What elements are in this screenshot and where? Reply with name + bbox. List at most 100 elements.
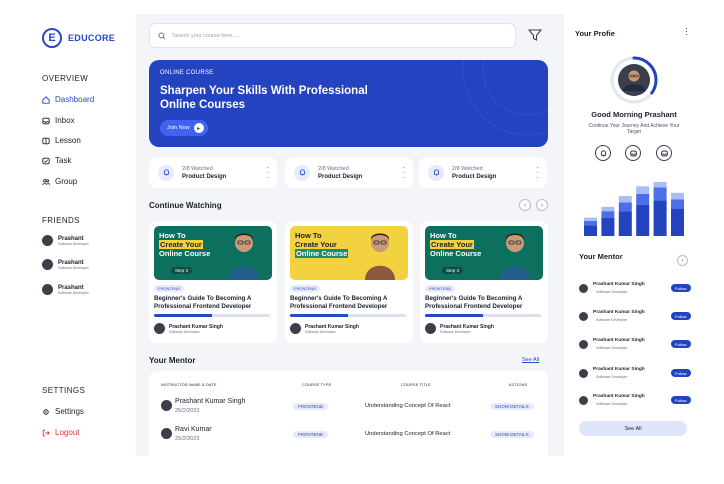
course-author: Prashant Kumar Singh Software Developer [425,323,494,334]
more-icon[interactable]: · · · [402,164,405,182]
friend-item[interactable]: Prashant Software Developer [42,235,89,246]
filter-icon[interactable] [528,28,542,42]
friend-item[interactable]: Prashant Software Developer [42,284,89,295]
more-icon[interactable]: · · · [685,24,688,39]
arrow-icon: ▸ [193,123,204,133]
course-card[interactable]: How To Create Your Online Course Step 3 … [149,221,277,343]
task-icon [42,157,50,164]
chart-bar-segment [636,193,650,205]
friend-item[interactable]: Prashant Software Developer [42,259,89,270]
friend-role: Software Developer [58,290,89,295]
course-progress-bar [290,314,406,317]
carousel-next-button[interactable]: › [536,199,548,211]
sidebar-item-settings[interactable]: Settings [42,407,84,416]
settings-label: SETTINGS [42,386,86,395]
sidebar-item-inbox[interactable]: Inbox [42,116,75,125]
instructor-name: Prashant Kumar Singh [175,398,246,405]
mentor-name: Prashant Kumar Singh [593,282,645,287]
logout-button[interactable]: Logout [42,428,79,437]
avatar [579,396,588,405]
follow-button[interactable]: Follow [671,312,691,320]
follow-button[interactable]: Follow [671,340,691,348]
search-bar[interactable] [149,23,516,48]
banner-eyebrow: ONLINE COURSE [160,70,214,76]
course-title: Beginner's Guide To Becoming A Professio… [290,295,388,310]
join-now-button[interactable]: Join Now ▸ [160,120,208,136]
book-icon [42,137,50,144]
instructor-date: 25/2/2023 [175,408,200,414]
course-type-badge: FRONTEND [425,285,456,292]
friend-role: Software Developer [58,241,89,246]
notifications-button[interactable] [595,145,611,161]
your-mentor-heading: Your Mentor [579,252,623,261]
search-input[interactable] [172,32,472,39]
inbox-button[interactable] [625,145,641,161]
thumbnail-text: How To Create Your Online Course [430,231,482,258]
follow-button[interactable]: Follow [671,369,691,377]
stat-card[interactable]: 2/8 Watched Product Design · · · [285,157,413,188]
course-card[interactable]: How To Create Your Online Course FRONTEN… [285,221,413,343]
author-name: Prashant Kumar Singh [169,323,223,330]
show-details-button[interactable]: SHOW DETAILS [490,431,534,438]
logo-text: EDUCORE [68,33,116,43]
table-header: COURSE TITLE [401,383,431,387]
chart-bar-segment [601,217,615,236]
chart-bar-segment [618,196,632,203]
join-now-label: Join Now [167,125,190,131]
mentor-item: Prashant Kumar Singh Software Developer … [579,310,691,324]
stat-card[interactable]: 2/8 Watched Product Design · · · [149,157,277,188]
sidebar-item-label: Settings [55,407,84,416]
step-badge: Step 3 [442,267,464,274]
course-title: Understanding Concept Of React [365,431,451,437]
more-icon[interactable]: · · · [536,164,539,182]
bell-icon [600,149,606,156]
bell-icon [428,164,444,181]
your-mentor-heading: Your Mentor [149,356,196,365]
chart-bar-segment [653,182,667,188]
more-icon[interactable]: · · · [266,164,269,182]
sidebar-item-label: Task [55,156,72,165]
course-card[interactable]: How To Create Your Online Course Step 3 … [420,221,548,343]
course-author: Prashant Kumar Singh Software Developer [154,323,223,334]
inbox-icon [629,150,637,156]
messages-button[interactable] [656,145,672,161]
friends-label: FRIENDS [42,216,80,225]
see-all-mentors-button[interactable]: See All [579,421,687,436]
course-title: Beginner's Guide To Becoming A Professio… [425,295,523,310]
mentor-name: Prashant Kumar Singh [593,394,645,399]
follow-button[interactable]: Follow [671,396,691,404]
show-details-button[interactable]: SHOW DETAILS [490,403,534,410]
sidebar-item-task[interactable]: Task [42,156,71,165]
see-all-link[interactable]: See All [522,357,539,363]
sidebar-item-group[interactable]: Group [42,177,77,186]
carousel-prev-button[interactable]: ‹ [519,199,531,211]
sidebar-item-label: Inbox [55,116,75,125]
banner-decoration [462,60,548,136]
follow-button[interactable]: Follow [671,284,691,292]
sidebar-item-lesson[interactable]: Lesson [42,136,81,145]
sidebar-item-dashboard[interactable]: Dashboard [42,95,94,104]
logout-icon [42,429,50,436]
course-title: Beginner's Guide To Becoming A Professio… [154,295,252,310]
mentor-next-button[interactable]: › [677,255,688,266]
logo[interactable]: E EDUCORE [42,28,115,48]
course-thumbnail: How To Create Your Online Course Step 3 [425,226,543,280]
avatar [161,428,172,439]
stat-title: Product Design [182,173,227,180]
step-badge: Step 3 [171,267,193,274]
chart-bar-segment [671,199,684,209]
stat-card[interactable]: 2/8 Watched Product Design · · · [419,157,547,188]
inbox-icon [660,150,668,156]
instructor-photo [229,233,259,280]
greeting-subtitle: Continue Your Journey And Achieve Your T… [588,123,680,135]
profile-avatar[interactable] [609,55,659,105]
avatar [154,323,165,334]
promo-banner: ONLINE COURSE Sharpen Your Skills With P… [149,60,548,147]
course-title: Understanding Concept Of React [365,403,451,409]
chart-bar-segment [601,206,615,212]
chart-bar-segment [653,200,667,236]
stat-watched: 2/8 Watched [182,165,213,172]
avatar [579,284,588,293]
mentor-role: Software Developer [596,318,628,322]
avatar [42,259,53,270]
